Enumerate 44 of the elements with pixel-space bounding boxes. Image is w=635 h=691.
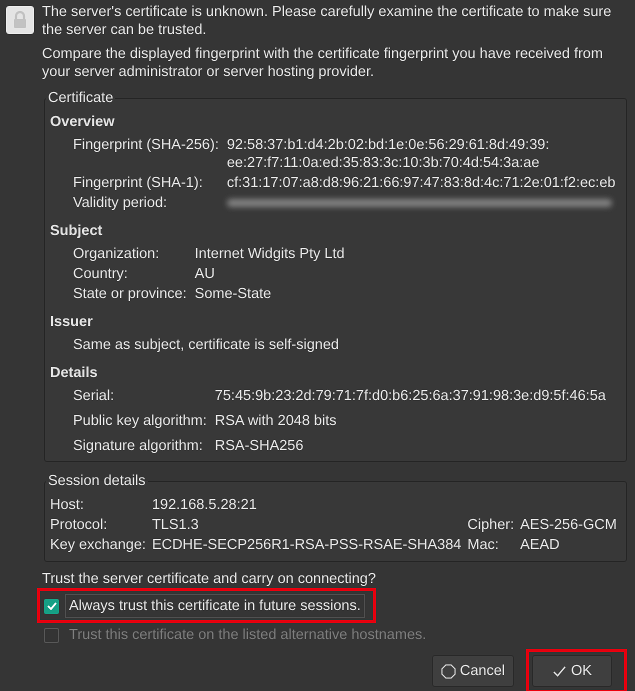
field-value: cf:31:17:07:a8:d8:96:21:66:97:47:83:8d:4c:71:2e:01:f2:ec:eb bbox=[226, 174, 616, 192]
field-label: Key exchange: bbox=[50, 536, 146, 554]
field-value: Internet Widgits Pty Ltd bbox=[194, 245, 346, 263]
field-label: Organization: bbox=[73, 245, 160, 263]
stop-icon bbox=[440, 664, 456, 678]
field-value: ECDHE-SECP256R1-RSA-PSS-RSAE-SHA384 bbox=[152, 536, 462, 554]
cancel-button[interactable]: Cancel bbox=[432, 655, 514, 687]
field-value: 75:45:9b:23:2d:79:71:7f:d0:b6:25:6a:37:91:98:3e:d9:5f:46:5a bbox=[214, 387, 607, 405]
group-title: Session details bbox=[47, 472, 147, 490]
field-value: TLS1.3 bbox=[152, 516, 200, 534]
checkbox[interactable] bbox=[44, 598, 59, 614]
field-value: RSA with 2048 bits bbox=[214, 412, 338, 430]
field-label: Protocol: bbox=[50, 516, 108, 534]
message-text: Compare the displayed fingerprint with the certificate fingerprint you have received from your server administrator or server hosting provider. bbox=[42, 45, 604, 81]
lock-icon bbox=[6, 6, 34, 34]
field-value: RSA-SHA256 bbox=[214, 437, 304, 455]
section-heading: Issuer bbox=[50, 313, 94, 331]
section-heading: Details bbox=[50, 364, 99, 382]
field-label: Fingerprint (SHA-256): bbox=[73, 136, 219, 155]
field-value: AEAD bbox=[520, 536, 561, 554]
question-text: Trust the server certificate and carry on connecting? bbox=[42, 570, 377, 588]
field-label: Mac: bbox=[467, 536, 500, 554]
section-heading: Overview bbox=[50, 113, 116, 131]
message-text: The server's certificate is unknown. Please carefully examine the certificate to make sure the server can be trusted. bbox=[42, 3, 612, 39]
field-label: Public key algorithm: bbox=[73, 412, 207, 430]
field-label: Serial: bbox=[73, 387, 116, 405]
field-value: Some-State bbox=[194, 285, 272, 303]
field-label: Validity period: bbox=[73, 194, 168, 212]
field-label: Host: bbox=[50, 496, 85, 514]
field-value: 192.168.5.28:21 bbox=[152, 496, 258, 514]
field-value: AES-256-GCM bbox=[520, 516, 618, 534]
field-value: AU bbox=[194, 265, 216, 283]
note-text: Same as subject, certificate is self-signed bbox=[73, 336, 340, 354]
check-icon bbox=[46, 602, 56, 610]
field-label: State or province: bbox=[73, 285, 187, 303]
field-label: Country: bbox=[73, 265, 129, 283]
section-heading: Subject bbox=[50, 222, 104, 240]
field-label: Signature algorithm: bbox=[73, 437, 204, 455]
checkbox-label[interactable]: Always trust this certificate in future sessions. bbox=[65, 594, 365, 618]
field-label: Cipher: bbox=[467, 516, 514, 534]
field-label: Fingerprint (SHA-1): bbox=[73, 174, 204, 192]
check-icon bbox=[552, 664, 568, 678]
ok-button[interactable]: OK bbox=[532, 655, 612, 687]
group-title: Certificate bbox=[47, 89, 114, 107]
